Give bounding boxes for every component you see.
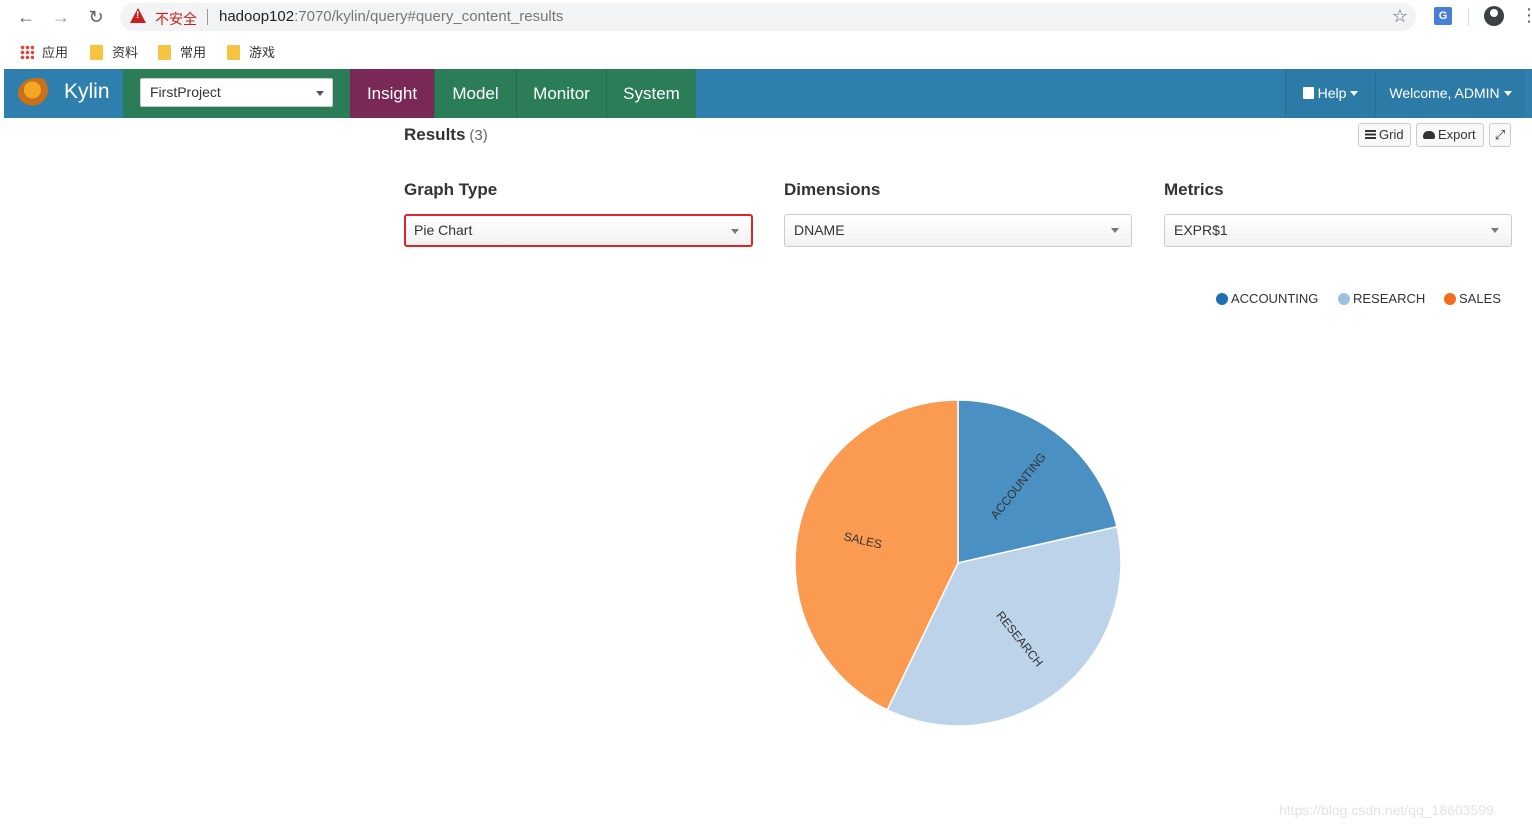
legend-label: SALES: [1459, 291, 1501, 306]
reload-icon[interactable]: ↻: [84, 5, 108, 29]
browser-menu-icon[interactable]: ⋮: [1520, 5, 1532, 25]
bookmark-folder-changyong[interactable]: 常用: [158, 42, 206, 61]
url-path: :7070/kylin/query#query_content_results: [294, 8, 564, 25]
legend-item-accounting[interactable]: ACCOUNTING: [1216, 291, 1318, 306]
results-count: (3): [469, 127, 488, 144]
legend-label: ACCOUNTING: [1231, 291, 1319, 306]
caret-down-icon: [1350, 91, 1359, 96]
project-select[interactable]: FirstProject: [140, 78, 333, 107]
kylin-logo-icon: [18, 78, 54, 108]
bookmark-label: 资料: [112, 45, 139, 60]
chevron-down-icon: [316, 91, 324, 96]
url-host: hadoop102: [219, 8, 295, 25]
graph-type-label: Graph Type: [404, 180, 498, 199]
project-selector-area: FirstProject: [123, 69, 350, 118]
tab-monitor[interactable]: Monitor: [516, 69, 606, 118]
tab-model[interactable]: Model: [434, 69, 516, 118]
help-label: Help: [1317, 85, 1347, 101]
bookmark-label: 游戏: [249, 45, 276, 60]
legend-item-research[interactable]: RESEARCH: [1338, 291, 1425, 306]
url-text: hadoop102:7070/kylin/query#query_content…: [219, 8, 563, 25]
bookmark-star-icon[interactable]: ☆: [1392, 6, 1408, 27]
folder-icon: [227, 45, 240, 60]
expand-icon: ⤢: [1494, 127, 1506, 142]
book-icon: [1302, 87, 1314, 99]
export-label: Export: [1438, 127, 1476, 142]
legend-item-sales[interactable]: SALES: [1444, 291, 1501, 306]
results-title: Results: [404, 125, 466, 144]
bookmarks-bar: 应用 资料 常用 游戏: [0, 38, 1532, 64]
account-icon[interactable]: [1484, 6, 1504, 26]
address-divider: [207, 9, 208, 25]
project-select-value: FirstProject: [150, 84, 221, 100]
legend-swatch: [1338, 293, 1350, 305]
caret-down-icon: [1503, 91, 1512, 96]
tab-system[interactable]: System: [606, 69, 696, 118]
fullscreen-button[interactable]: ⤢: [1489, 123, 1511, 147]
apps-icon: [20, 45, 34, 59]
legend-swatch: [1444, 293, 1456, 305]
bookmark-label: 常用: [180, 45, 207, 60]
toolbar-divider: [1468, 8, 1469, 26]
pie-chart: ACCOUNTINGRESEARCHSALES: [794, 399, 1122, 727]
chevron-down-icon: [1111, 228, 1119, 233]
graph-type-select[interactable]: Pie Chart: [404, 214, 753, 247]
folder-icon: [90, 45, 103, 60]
graph-type-value: Pie Chart: [414, 222, 473, 238]
dimensions-select[interactable]: DNAME: [784, 214, 1132, 247]
address-bar[interactable]: 不安全 hadoop102:7070/kylin/query#query_con…: [120, 3, 1416, 31]
legend-swatch: [1216, 293, 1228, 305]
chevron-down-icon: [1491, 228, 1499, 233]
insecure-label: 不安全: [155, 11, 197, 27]
tab-insight[interactable]: Insight: [350, 69, 434, 118]
warning-icon: [130, 8, 146, 23]
translate-extension-icon[interactable]: G: [1434, 7, 1452, 25]
metrics-label: Metrics: [1164, 180, 1224, 199]
bookmark-folder-ziliao[interactable]: 资料: [90, 42, 138, 61]
back-icon[interactable]: ←: [14, 5, 38, 29]
dimensions-label: Dimensions: [784, 180, 881, 199]
browser-toolbar: ← → ↻ 不安全 hadoop102:7070/kylin/query#que…: [0, 0, 1532, 34]
bookmark-label: 应用: [42, 45, 69, 60]
brand-name: Kylin: [64, 80, 110, 103]
bookmark-apps[interactable]: 应用: [20, 42, 68, 61]
grid-button[interactable]: Grid: [1358, 123, 1411, 147]
grid-label: Grid: [1379, 127, 1404, 142]
bookmark-folder-youxi[interactable]: 游戏: [227, 42, 275, 61]
folder-icon: [158, 45, 171, 60]
metrics-select[interactable]: EXPR$1: [1164, 214, 1512, 247]
metrics-value: EXPR$1: [1174, 222, 1228, 238]
kylin-navbar: Kylin FirstProject Insight Model Monitor…: [4, 69, 1532, 118]
user-menu[interactable]: Welcome, ADMIN: [1375, 69, 1525, 118]
help-menu[interactable]: Help: [1285, 69, 1375, 118]
results-heading: Results (3): [404, 125, 488, 145]
cloud-download-icon: [1423, 131, 1435, 139]
list-icon: [1365, 130, 1376, 139]
watermark: https://blog.csdn.net/qq_18603599: [1279, 802, 1494, 818]
forward-icon[interactable]: →: [49, 5, 73, 29]
dimensions-value: DNAME: [794, 222, 845, 238]
chevron-down-icon: [731, 229, 739, 234]
welcome-label: Welcome, ADMIN: [1389, 85, 1500, 101]
export-button[interactable]: Export: [1416, 123, 1484, 147]
brand[interactable]: Kylin: [4, 69, 123, 118]
legend-label: RESEARCH: [1353, 291, 1426, 306]
